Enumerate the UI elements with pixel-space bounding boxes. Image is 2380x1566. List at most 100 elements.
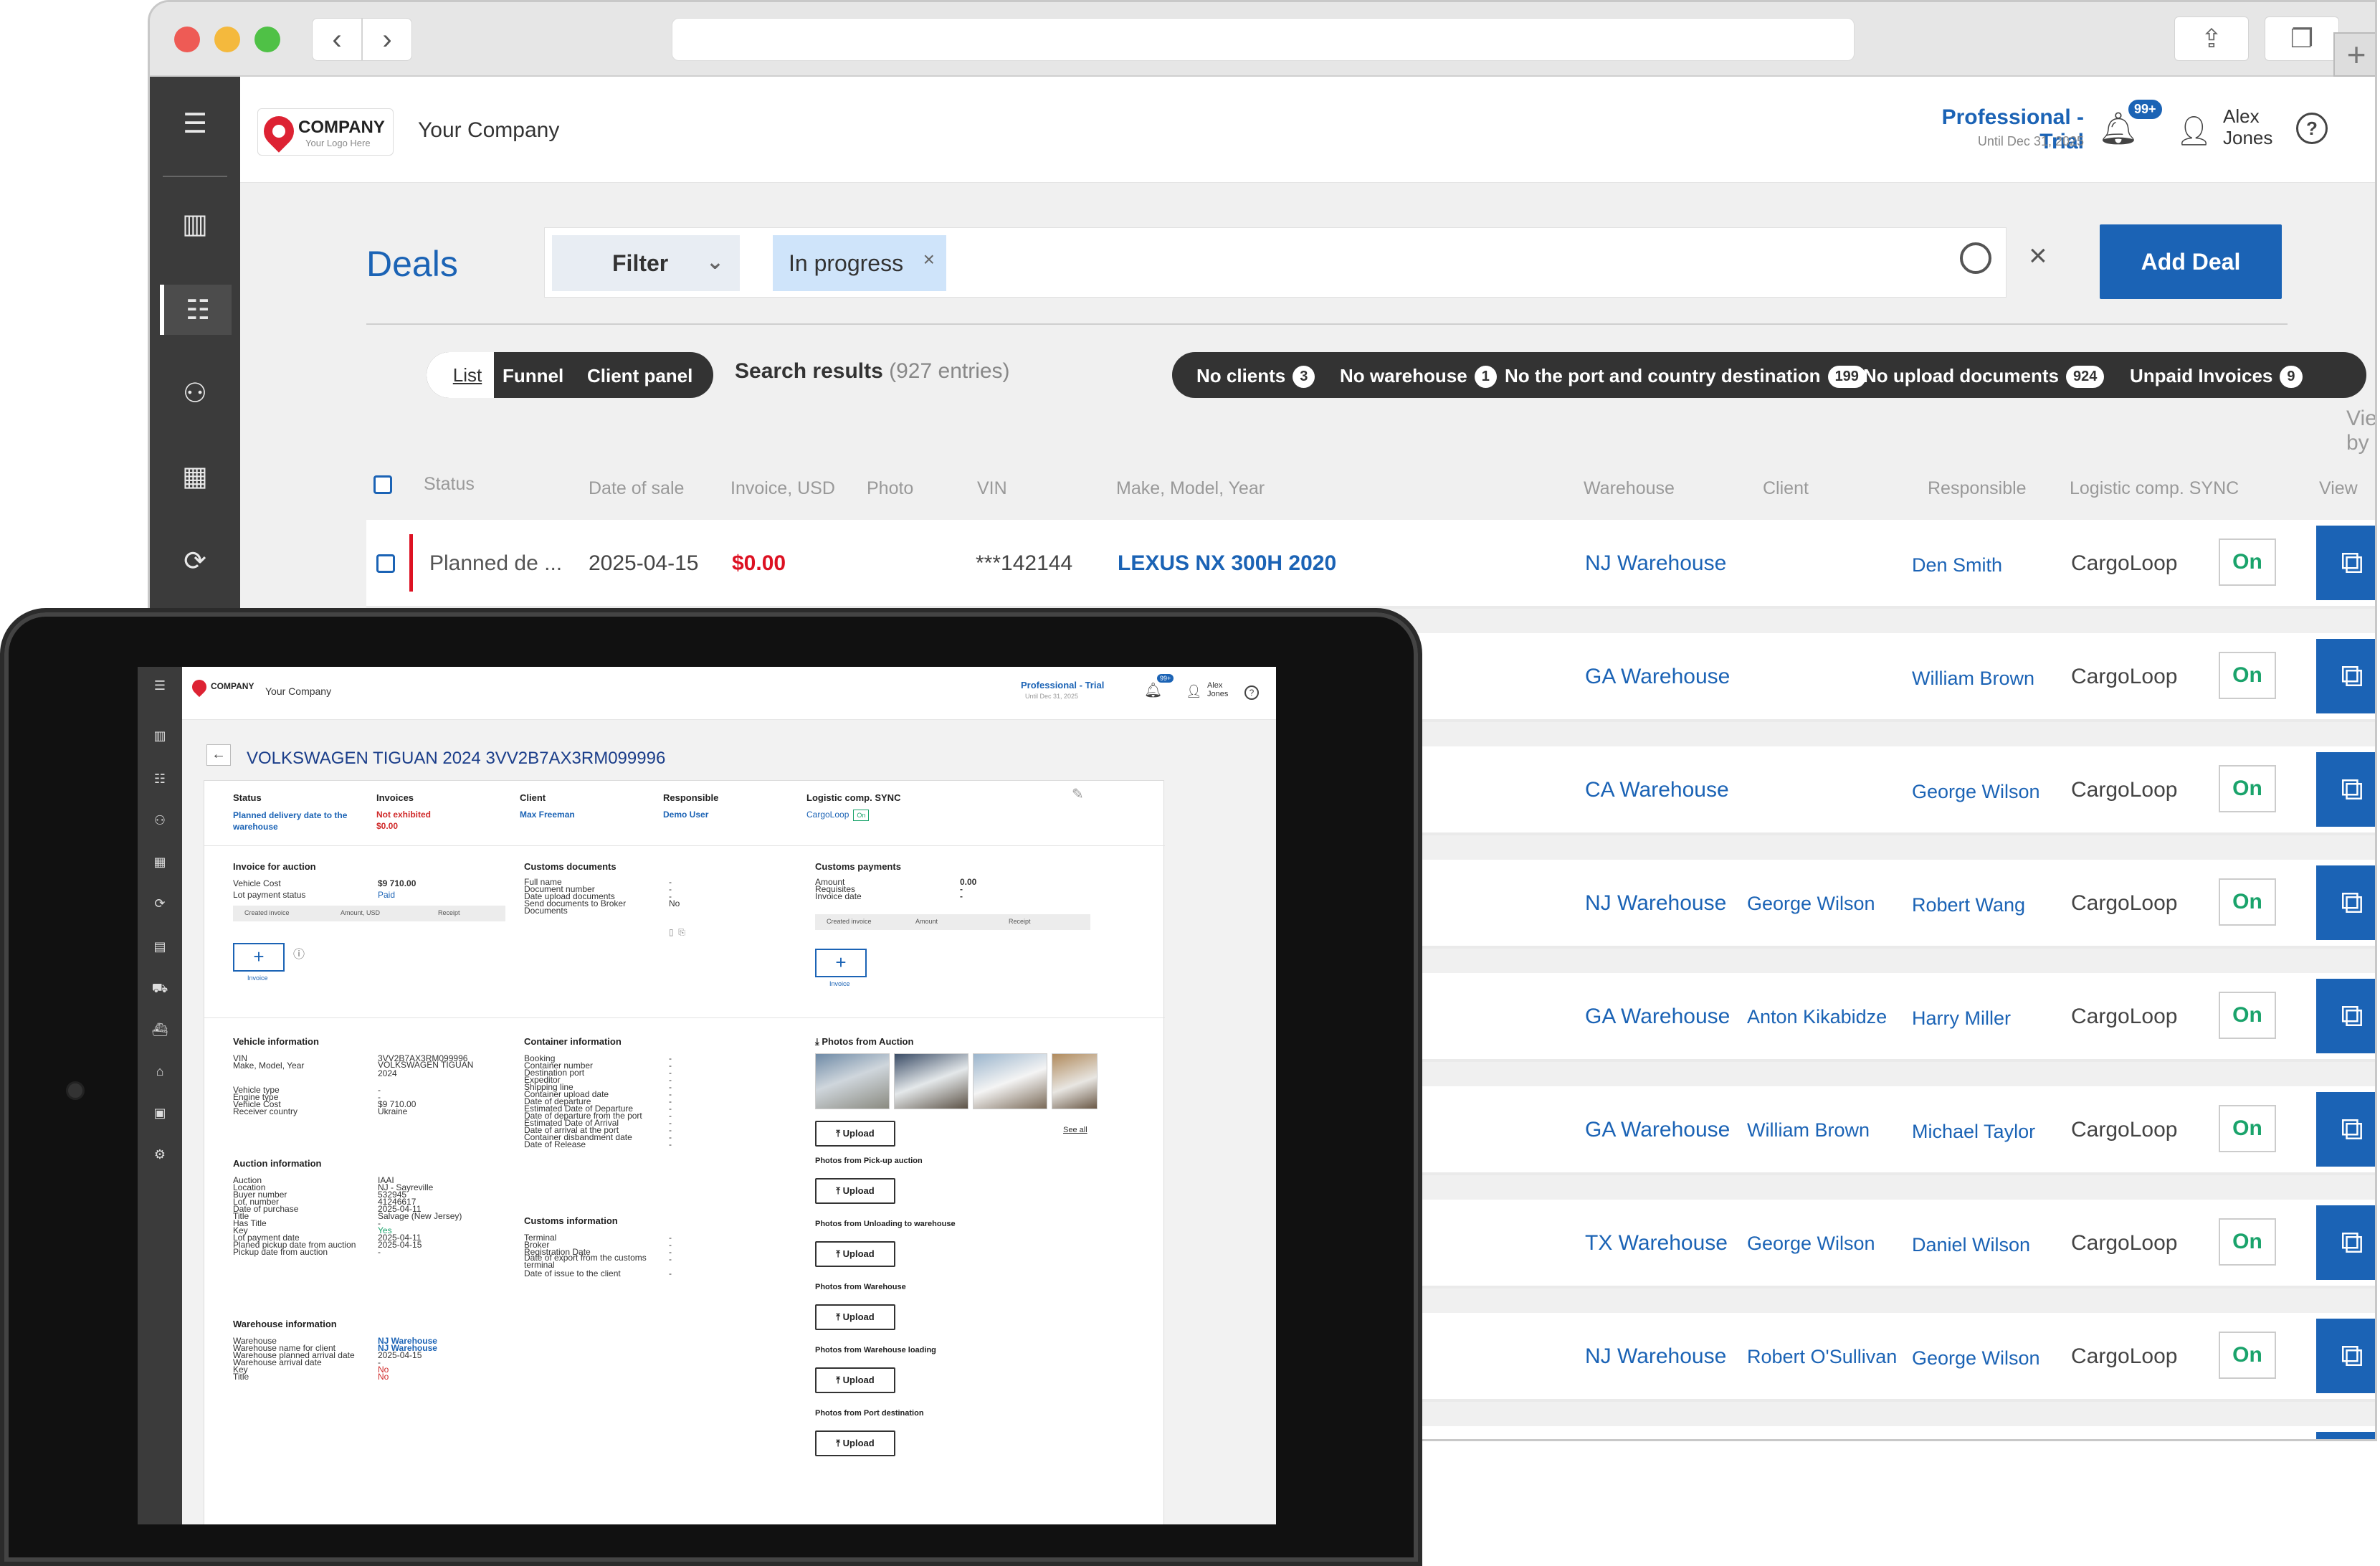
clients-icon[interactable]: ⚇ [148,813,172,832]
upload-button[interactable]: ⤒ Upload [815,1304,895,1330]
col-logistic-sync[interactable]: Logistic comp. SYNC [2070,478,2239,499]
add-payment-invoice-button[interactable]: + [815,949,867,977]
user-name[interactable]: Alex Jones [2223,105,2272,148]
open-external-icon[interactable]: ⧉ [2316,1432,2375,1439]
document-icon[interactable]: ▤ [148,939,172,958]
deals-list-icon[interactable]: ☷ [148,772,172,790]
status-value[interactable]: Planned delivery date to the warehouse [233,810,362,832]
address-bar[interactable] [672,18,1855,61]
stat-no-port[interactable]: No the port and country destination 199 [1505,365,1866,388]
col-make-model-year[interactable]: Make, Model, Year [1116,478,1265,499]
warehouse-link[interactable]: NJ Warehouse [1585,1344,1726,1369]
warehouse-link[interactable]: NJ Warehouse [1585,891,1726,916]
stat-no-clients[interactable]: No clients 3 [1196,365,1315,388]
info-icon[interactable]: ⓘ [293,949,305,961]
clients-icon[interactable]: ⚇ [170,368,220,418]
truck-icon[interactable]: ⛟ [148,981,172,1000]
table-row[interactable]: Planned de ... 2025-04-15 $0.00 ***142144 LE… [366,520,2375,609]
col-responsible[interactable]: Responsible [1928,478,2027,499]
search-bar[interactable]: Filter ⌄ In progress × × [544,227,2047,298]
open-external-icon[interactable]: ⧉ [2316,1092,2375,1167]
back-arrow-icon[interactable]: ‹ [312,18,362,61]
finance-cycle-icon[interactable]: ⟳ [170,536,220,586]
responsible-link[interactable]: Harry Miller [1912,1007,2011,1030]
deals-list-icon[interactable]: ☷ [160,285,232,335]
responsible-link[interactable]: Robert Wang [1912,894,2025,916]
client-value[interactable]: Max Freeman [520,810,575,820]
payment-invoice-link[interactable]: Invoice [829,980,850,987]
row-checkbox[interactable] [376,554,395,573]
responsible-link[interactable]: William Brown [1912,668,2034,690]
invoice-link[interactable]: Invoice [247,974,268,982]
filter-chip[interactable]: In progress × [773,235,946,291]
warehouse-link[interactable]: GA Warehouse [1585,1005,1730,1029]
user-icon[interactable]: 👤︎ [1186,684,1202,699]
open-external-icon[interactable]: ⧉ [2316,979,2375,1053]
add-invoice-button[interactable]: + [233,943,285,972]
upload-button[interactable]: ⤒ Upload [815,1121,895,1147]
warehouse-link[interactable]: GA Warehouse [1585,665,1730,689]
dashboard-chart-icon[interactable]: ▥ [148,729,172,747]
client-link[interactable]: Robert O'Sullivan [1747,1346,1897,1368]
sync-on-button[interactable]: On [2219,878,2276,926]
select-all-checkbox[interactable] [373,475,392,494]
menu-hamburger-icon[interactable]: ☰ [170,98,220,148]
see-all-link[interactable]: See all [1063,1125,1087,1135]
col-invoice[interactable]: Invoice, USD [730,478,835,499]
warehouse-link[interactable]: CA Warehouse [1585,778,1729,802]
help-icon[interactable]: ? [1244,685,1259,700]
back-arrow-icon[interactable]: ← [206,744,231,766]
warehouse-link[interactable]: NJ Warehouse [1585,551,1726,576]
upload-button[interactable]: ⤒ Upload [815,1241,895,1267]
buildings-icon[interactable]: ▦ [148,855,172,873]
open-external-icon[interactable]: ⧉ [2316,752,2375,827]
sync-on-button[interactable]: On [2219,992,2276,1039]
finance-cycle-icon[interactable]: ⟳ [148,896,172,915]
responsible-link[interactable]: George Wilson [1912,781,2040,803]
close-window-button[interactable] [174,27,200,52]
menu-hamburger-icon[interactable]: ☰ [148,678,172,697]
col-warehouse[interactable]: Warehouse [1584,478,1675,499]
col-vin[interactable]: VIN [977,478,1007,499]
client-link[interactable]: Anton Kikabidze [1747,1006,1887,1028]
warehouse-link[interactable]: TX Warehouse [1585,1231,1728,1256]
clear-search-icon[interactable]: × [2029,238,2047,274]
open-external-icon[interactable]: ⧉ [2316,639,2375,713]
sync-on-button[interactable]: On [2219,1105,2276,1152]
settings-gear-icon[interactable]: ⚙ [148,1147,172,1166]
ship-icon[interactable]: ⛴ [148,1022,172,1041]
client-link[interactable]: George Wilson [1747,1233,1875,1255]
client-link[interactable]: George Wilson [1747,893,1875,915]
col-status[interactable]: Status [424,474,475,495]
stat-no-warehouse[interactable]: No warehouse 1 [1340,365,1497,388]
edit-pencil-icon[interactable]: ✎ [1072,787,1084,802]
open-external-icon[interactable]: ⧉ [2316,865,2375,940]
chip-close-icon[interactable]: × [923,248,935,271]
responsible-link[interactable]: Den Smith [1912,554,2002,576]
upload-button[interactable]: ⤒ Upload [815,1430,895,1456]
responsible-link[interactable]: George Wilson [1912,1347,2040,1370]
sync-on-button[interactable]: On [2219,652,2276,699]
upload-button[interactable]: ⤒ Upload [815,1178,895,1204]
view-client-panel-tab[interactable]: Client panel [587,365,692,387]
photo-thumbnail[interactable] [894,1053,968,1109]
model-link[interactable]: LEXUS NX 300H 2020 [1118,551,1336,576]
responsible-link[interactable]: Daniel Wilson [1912,1234,2030,1256]
responsible-value[interactable]: Demo User [663,810,708,820]
dashboard-chart-icon[interactable]: ▥ [170,199,220,249]
photo-thumbnail[interactable] [973,1053,1047,1109]
photo-thumbnail[interactable] [815,1053,890,1109]
sync-on-button[interactable]: On [2219,1218,2276,1266]
sync-on-button[interactable]: On [2219,1332,2276,1379]
forward-arrow-icon[interactable]: › [362,18,412,61]
sync-on-button[interactable]: On [2219,765,2276,812]
share-icon[interactable]: ⇪ [2174,16,2249,61]
stat-no-upload-documents[interactable]: No upload documents 924 [1863,365,2105,388]
responsible-link[interactable]: Michael Taylor [1912,1121,2035,1143]
search-icon[interactable] [1960,242,1991,274]
stat-unpaid-invoices[interactable]: Unpaid Invoices 9 [2130,365,2303,388]
col-client[interactable]: Client [1763,478,1809,499]
plan-name[interactable]: Professional - Trial [1021,680,1104,691]
tabs-icon[interactable]: ❐ [2265,16,2339,61]
help-icon[interactable]: ? [2296,113,2328,144]
